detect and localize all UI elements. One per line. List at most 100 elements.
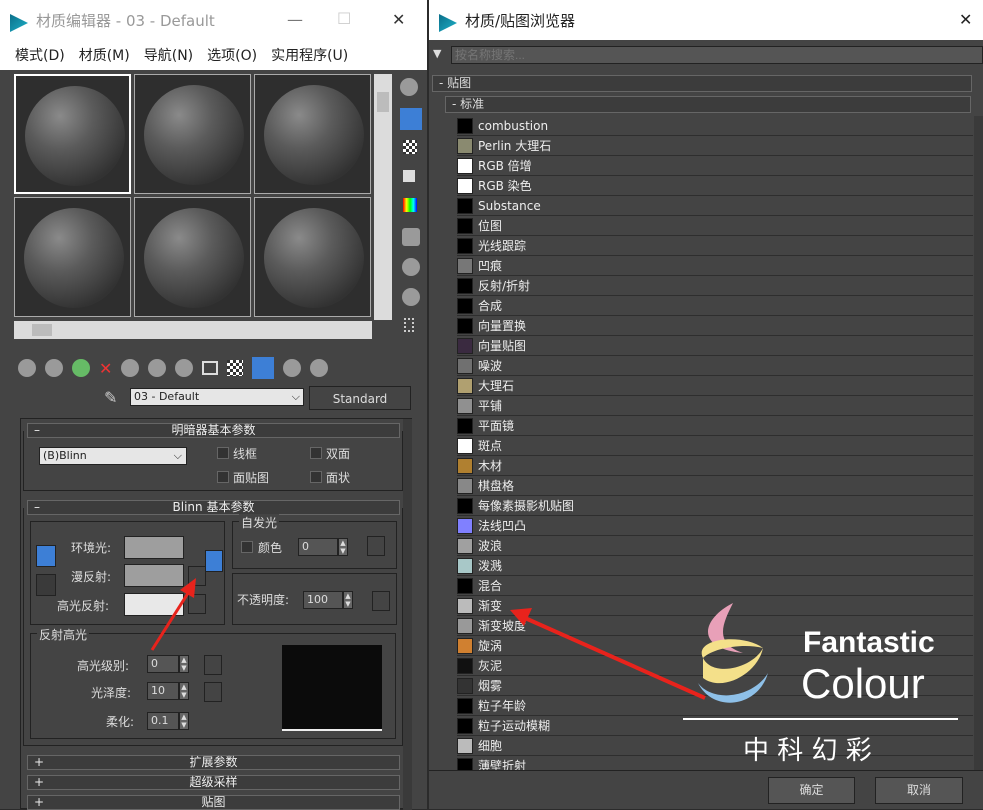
self-illum-map-button[interactable] <box>367 536 385 556</box>
material-id-icon[interactable] <box>202 361 219 375</box>
map-list-item[interactable]: 波浪 <box>457 536 973 556</box>
map-list-item[interactable]: Substance <box>457 196 973 216</box>
scroll-thumb[interactable] <box>377 92 389 112</box>
map-list-item[interactable]: 木材 <box>457 456 973 476</box>
sample-slot[interactable] <box>134 74 251 194</box>
map-list-item[interactable]: combustion <box>457 116 973 136</box>
soften-spinner[interactable]: 0.1 <box>147 712 179 730</box>
put-to-scene-icon[interactable] <box>45 359 63 377</box>
select-by-material-icon[interactable] <box>402 288 420 306</box>
face-map-checkbox[interactable] <box>217 471 229 483</box>
spinner-arrows[interactable]: ▲ ▼ <box>179 712 189 730</box>
cancel-button[interactable]: 取消 <box>875 777 963 804</box>
map-list-item[interactable]: 向量置换 <box>457 316 973 336</box>
map-list-item[interactable]: 位图 <box>457 216 973 236</box>
lock-diffuse-specular-icon[interactable] <box>36 574 56 596</box>
material-type-button[interactable]: Standard <box>309 386 411 410</box>
sample-slot[interactable] <box>134 197 251 317</box>
maps-rollout[interactable]: + 贴图 <box>27 795 400 810</box>
go-forward-sibling-icon[interactable] <box>310 359 329 377</box>
diffuse-map-button[interactable] <box>188 566 206 586</box>
sample-slot[interactable] <box>254 197 371 317</box>
glossiness-map-button[interactable] <box>204 682 222 702</box>
map-list-item[interactable]: 凹痕 <box>457 256 973 276</box>
map-list-item[interactable]: Perlin 大理石 <box>457 136 973 156</box>
map-list-item[interactable]: 每像素摄影机贴图 <box>457 496 973 516</box>
panel-scrollbar[interactable] <box>403 419 412 810</box>
opacity-map-button[interactable] <box>372 591 390 611</box>
group-maps[interactable]: - 贴图 <box>432 75 972 92</box>
map-list-item[interactable]: 大理石 <box>457 376 973 396</box>
glossiness-spinner[interactable]: 10 <box>147 682 179 700</box>
two-sided-checkbox[interactable] <box>310 447 322 459</box>
vertical-scrollbar[interactable] <box>374 74 392 320</box>
uv-tiling-icon[interactable] <box>403 170 415 182</box>
specular-level-spinner[interactable]: 0 <box>147 655 179 673</box>
supersampling-rollout[interactable]: + 超级采样 <box>27 775 400 790</box>
map-list-item[interactable]: 平铺 <box>457 396 973 416</box>
ok-button[interactable]: 确定 <box>768 777 855 804</box>
map-list-item[interactable]: 光线跟踪 <box>457 236 973 256</box>
minimize-button[interactable]: — <box>287 10 303 29</box>
ambient-color-swatch[interactable] <box>124 536 184 559</box>
material-navigator-icon[interactable] <box>404 318 414 332</box>
go-to-parent-icon[interactable] <box>283 359 302 377</box>
close-button[interactable]: ✕ <box>959 10 972 29</box>
diffuse-color-swatch[interactable] <box>124 564 184 587</box>
show-map-icon[interactable] <box>227 360 244 376</box>
map-list-item[interactable]: 法线凹凸 <box>457 516 973 536</box>
get-material-icon[interactable] <box>18 359 36 377</box>
map-list-item[interactable]: 泼溅 <box>457 556 973 576</box>
show-end-result-icon[interactable] <box>252 357 275 379</box>
extended-params-rollout[interactable]: + 扩展参数 <box>27 755 400 770</box>
list-scrollbar[interactable] <box>974 116 983 770</box>
spinner-arrows[interactable]: ▲ ▼ <box>338 538 348 556</box>
self-illum-spinner[interactable]: 0 <box>298 538 338 556</box>
opacity-spinner[interactable]: 100 <box>303 591 343 609</box>
sample-slot[interactable] <box>14 197 131 317</box>
sample-slot[interactable] <box>14 74 131 194</box>
spinner-arrows[interactable]: ▲ ▼ <box>179 655 189 673</box>
options-icon[interactable] <box>402 258 420 276</box>
menu-mode[interactable]: 模式(D) <box>15 45 65 65</box>
video-color-check-icon[interactable] <box>403 198 417 212</box>
shader-type-dropdown[interactable]: (B)Blinn ⌵ <box>39 447 187 465</box>
spinner-arrows[interactable]: ▲ ▼ <box>343 591 353 609</box>
eyedropper-icon[interactable]: ✎ <box>104 388 117 407</box>
horizontal-scrollbar[interactable] <box>14 321 372 339</box>
lock-icon[interactable] <box>205 550 223 572</box>
specular-level-map-button[interactable] <box>204 655 222 675</box>
map-list-item[interactable]: 向量贴图 <box>457 336 973 356</box>
lock-ambient-diffuse-icon[interactable] <box>36 545 56 567</box>
make-preview-icon[interactable] <box>402 228 420 246</box>
menu-material[interactable]: 材质(M) <box>79 45 130 65</box>
sample-type-icon[interactable] <box>400 78 418 96</box>
make-copy-icon[interactable] <box>121 359 140 377</box>
spinner-arrows[interactable]: ▲ ▼ <box>179 682 189 700</box>
make-unique-icon[interactable] <box>148 359 167 377</box>
specular-color-swatch[interactable] <box>124 593 184 616</box>
map-list-item[interactable]: 合成 <box>457 296 973 316</box>
map-list-item[interactable]: 混合 <box>457 576 973 596</box>
subgroup-standard[interactable]: - 标准 <box>445 96 971 113</box>
sample-slot[interactable] <box>254 74 371 194</box>
menu-options[interactable]: 选项(O) <box>207 45 257 65</box>
menu-navigation[interactable]: 导航(N) <box>144 45 193 65</box>
specular-map-button[interactable] <box>188 594 206 614</box>
map-list-item[interactable]: 噪波 <box>457 356 973 376</box>
menu-utilities[interactable]: 实用程序(U) <box>271 45 348 65</box>
map-list-item[interactable]: 棋盘格 <box>457 476 973 496</box>
backlight-icon[interactable] <box>400 108 422 130</box>
assign-to-selection-icon[interactable] <box>72 359 90 377</box>
wire-checkbox[interactable] <box>217 447 229 459</box>
map-list-item[interactable]: 平面镜 <box>457 416 973 436</box>
options-menu-icon[interactable]: ▼ <box>433 47 441 60</box>
maximize-button[interactable]: ☐ <box>337 9 351 28</box>
search-input[interactable] <box>451 46 983 64</box>
material-name-field[interactable]: 03 - Default ⌵ <box>130 388 304 406</box>
reset-icon[interactable]: ✕ <box>99 359 112 378</box>
map-list-item[interactable]: 反射/折射 <box>457 276 973 296</box>
faceted-checkbox[interactable] <box>310 471 322 483</box>
map-list-item[interactable]: RGB 倍增 <box>457 156 973 176</box>
self-illum-color-checkbox[interactable] <box>241 541 253 553</box>
